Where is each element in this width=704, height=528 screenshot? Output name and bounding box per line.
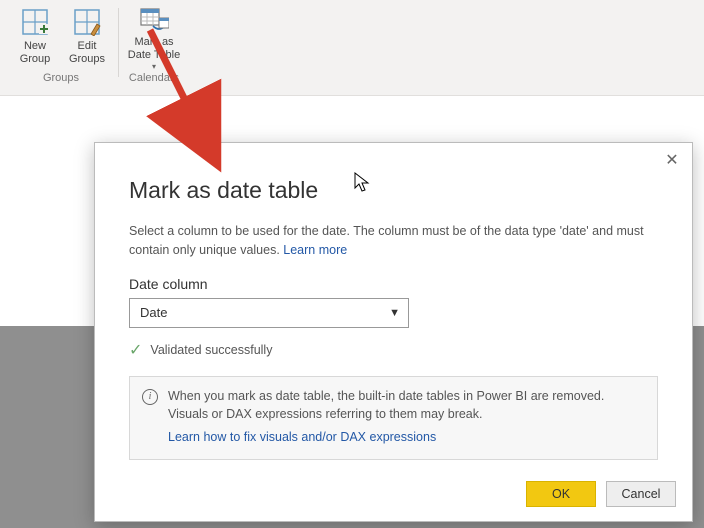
edit-groups-label: Edit Groups	[62, 40, 112, 65]
dialog-button-row: OK Cancel	[526, 481, 676, 507]
close-icon: ✕	[665, 152, 678, 169]
ribbon-toolbar: New Group Edit Groups Groups	[0, 0, 704, 96]
new-group-button[interactable]: New Group	[10, 4, 60, 70]
date-column-label: Date column	[129, 276, 658, 292]
learn-more-link[interactable]: Learn more	[283, 243, 347, 257]
checkmark-icon: ✓	[129, 340, 142, 360]
dialog-title: Mark as date table	[129, 177, 658, 204]
fix-visuals-link[interactable]: Learn how to fix visuals and/or DAX expr…	[168, 428, 645, 447]
close-button[interactable]: ✕	[660, 149, 684, 173]
ribbon-separator	[118, 8, 119, 77]
ribbon-group-groups: New Group Edit Groups Groups	[6, 4, 116, 95]
new-group-label: New Group	[10, 40, 60, 65]
info-text: When you mark as date table, the built-i…	[168, 387, 645, 425]
edit-groups-button[interactable]: Edit Groups	[62, 4, 112, 70]
ok-button[interactable]: OK	[526, 481, 596, 507]
date-column-select[interactable]: Date ▼	[129, 298, 409, 328]
new-group-icon	[19, 6, 51, 38]
ribbon-group-calendars: Mark as Date Table ▾ Calendars	[121, 4, 187, 95]
info-icon: i	[142, 389, 158, 405]
mark-as-date-table-dialog: ✕ Mark as date table Select a column to …	[94, 142, 693, 522]
mark-as-date-table-label: Mark as Date Table	[125, 36, 183, 61]
mark-as-date-table-button[interactable]: Mark as Date Table ▾	[125, 4, 183, 70]
dialog-description-text: Select a column to be used for the date.…	[129, 224, 644, 257]
ribbon-group-label-groups: Groups	[10, 70, 112, 88]
validation-text: Validated successfully	[150, 343, 272, 357]
validation-status: ✓ Validated successfully	[129, 340, 658, 360]
dialog-description: Select a column to be used for the date.…	[129, 222, 658, 260]
info-panel: i When you mark as date table, the built…	[129, 376, 658, 460]
date-column-selected-value: Date	[140, 305, 167, 320]
calendar-table-icon	[138, 6, 170, 34]
cancel-button[interactable]: Cancel	[606, 481, 676, 507]
edit-groups-icon	[71, 6, 103, 38]
chevron-down-icon: ▼	[389, 307, 400, 319]
ribbon-group-label-calendars: Calendars	[125, 70, 183, 88]
